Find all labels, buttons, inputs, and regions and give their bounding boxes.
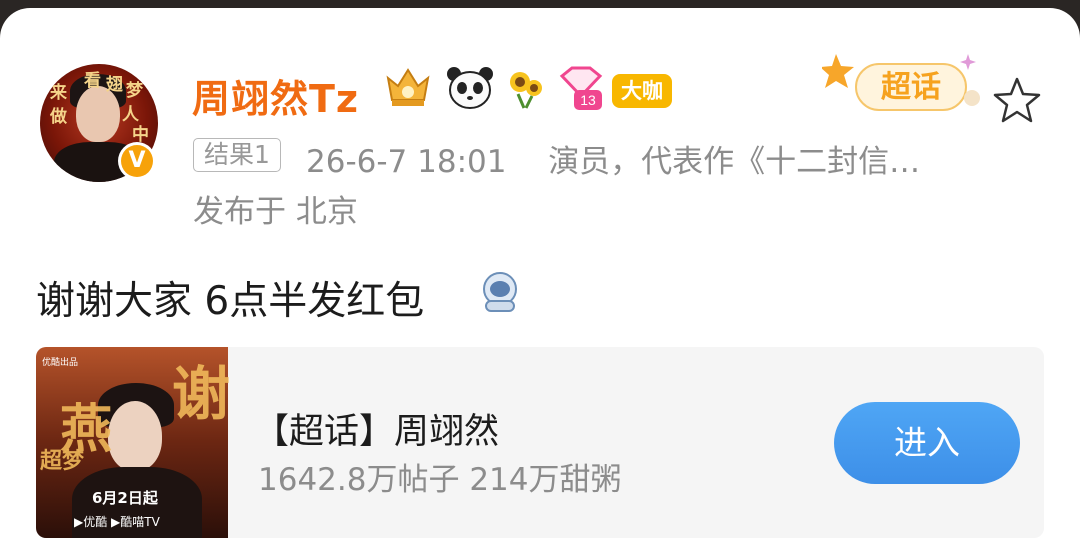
result-tag: 结果1 bbox=[193, 138, 281, 172]
post-location: 发布于 北京 bbox=[193, 194, 358, 230]
avatar-text: 梦 bbox=[126, 81, 143, 101]
avatar-text: 翅 bbox=[106, 75, 123, 95]
verified-v-icon: V bbox=[121, 145, 153, 177]
supertopic-stats: 1642.8万帖子 214万甜粥 bbox=[258, 462, 622, 498]
sunflower-icon[interactable] bbox=[504, 66, 548, 110]
supertopic-title: 【超话】周翊然 bbox=[254, 412, 500, 452]
avatar-text: 看 bbox=[84, 71, 101, 91]
post-text: 谢谢大家 6点半发红包 bbox=[36, 279, 425, 324]
diamond-icon[interactable]: 13 bbox=[556, 66, 606, 112]
poster-calligraphy: 超梦 bbox=[40, 449, 85, 474]
chaohua-label: 超话 bbox=[881, 70, 941, 105]
avatar-text: 做 bbox=[50, 107, 67, 127]
username[interactable]: 周翊然Tz bbox=[192, 68, 359, 123]
diamond-level-text: 13 bbox=[580, 92, 596, 108]
crown-icon[interactable] bbox=[382, 64, 434, 110]
poster-platforms: ▶优酷 ▶酷喵TV bbox=[74, 515, 160, 529]
verified-badge: V bbox=[118, 142, 156, 180]
supertopic-poster: 优酷出品 谢 燕 超梦 6月2日起 ▶优酷 ▶酷喵TV bbox=[36, 347, 231, 538]
avatar-text: 来 bbox=[50, 83, 67, 103]
astronaut-emoji-icon bbox=[483, 272, 517, 312]
poster-date: 6月2日起 bbox=[92, 489, 158, 507]
poster-calligraphy: 谢 bbox=[172, 360, 231, 428]
star-icon[interactable] bbox=[990, 74, 1044, 128]
user-description: 演员，代表作《十二封信… bbox=[548, 144, 921, 180]
daka-badge[interactable]: 大咖 bbox=[612, 74, 672, 108]
weibo-post-card: 来 看 翅 梦 做 人 中 V 周翊然Tz 13 大咖 超话 结果1 26-6-… bbox=[0, 8, 1080, 547]
supertopic-card[interactable]: 优酷出品 谢 燕 超梦 6月2日起 ▶优酷 ▶酷喵TV 【超话】周翊然 1642… bbox=[36, 347, 1044, 538]
poster-corner-label: 优酷出品 bbox=[42, 358, 79, 368]
post-meta: 26-6-7 18:01 演员，代表作《十二封信… bbox=[306, 136, 966, 181]
poster-face bbox=[108, 401, 162, 471]
enter-button[interactable]: 进入 bbox=[834, 402, 1020, 484]
panda-icon[interactable] bbox=[446, 66, 494, 110]
timestamp: 26-6-7 18:01 bbox=[306, 144, 507, 180]
chaohua-badge[interactable]: 超话 bbox=[822, 48, 992, 128]
